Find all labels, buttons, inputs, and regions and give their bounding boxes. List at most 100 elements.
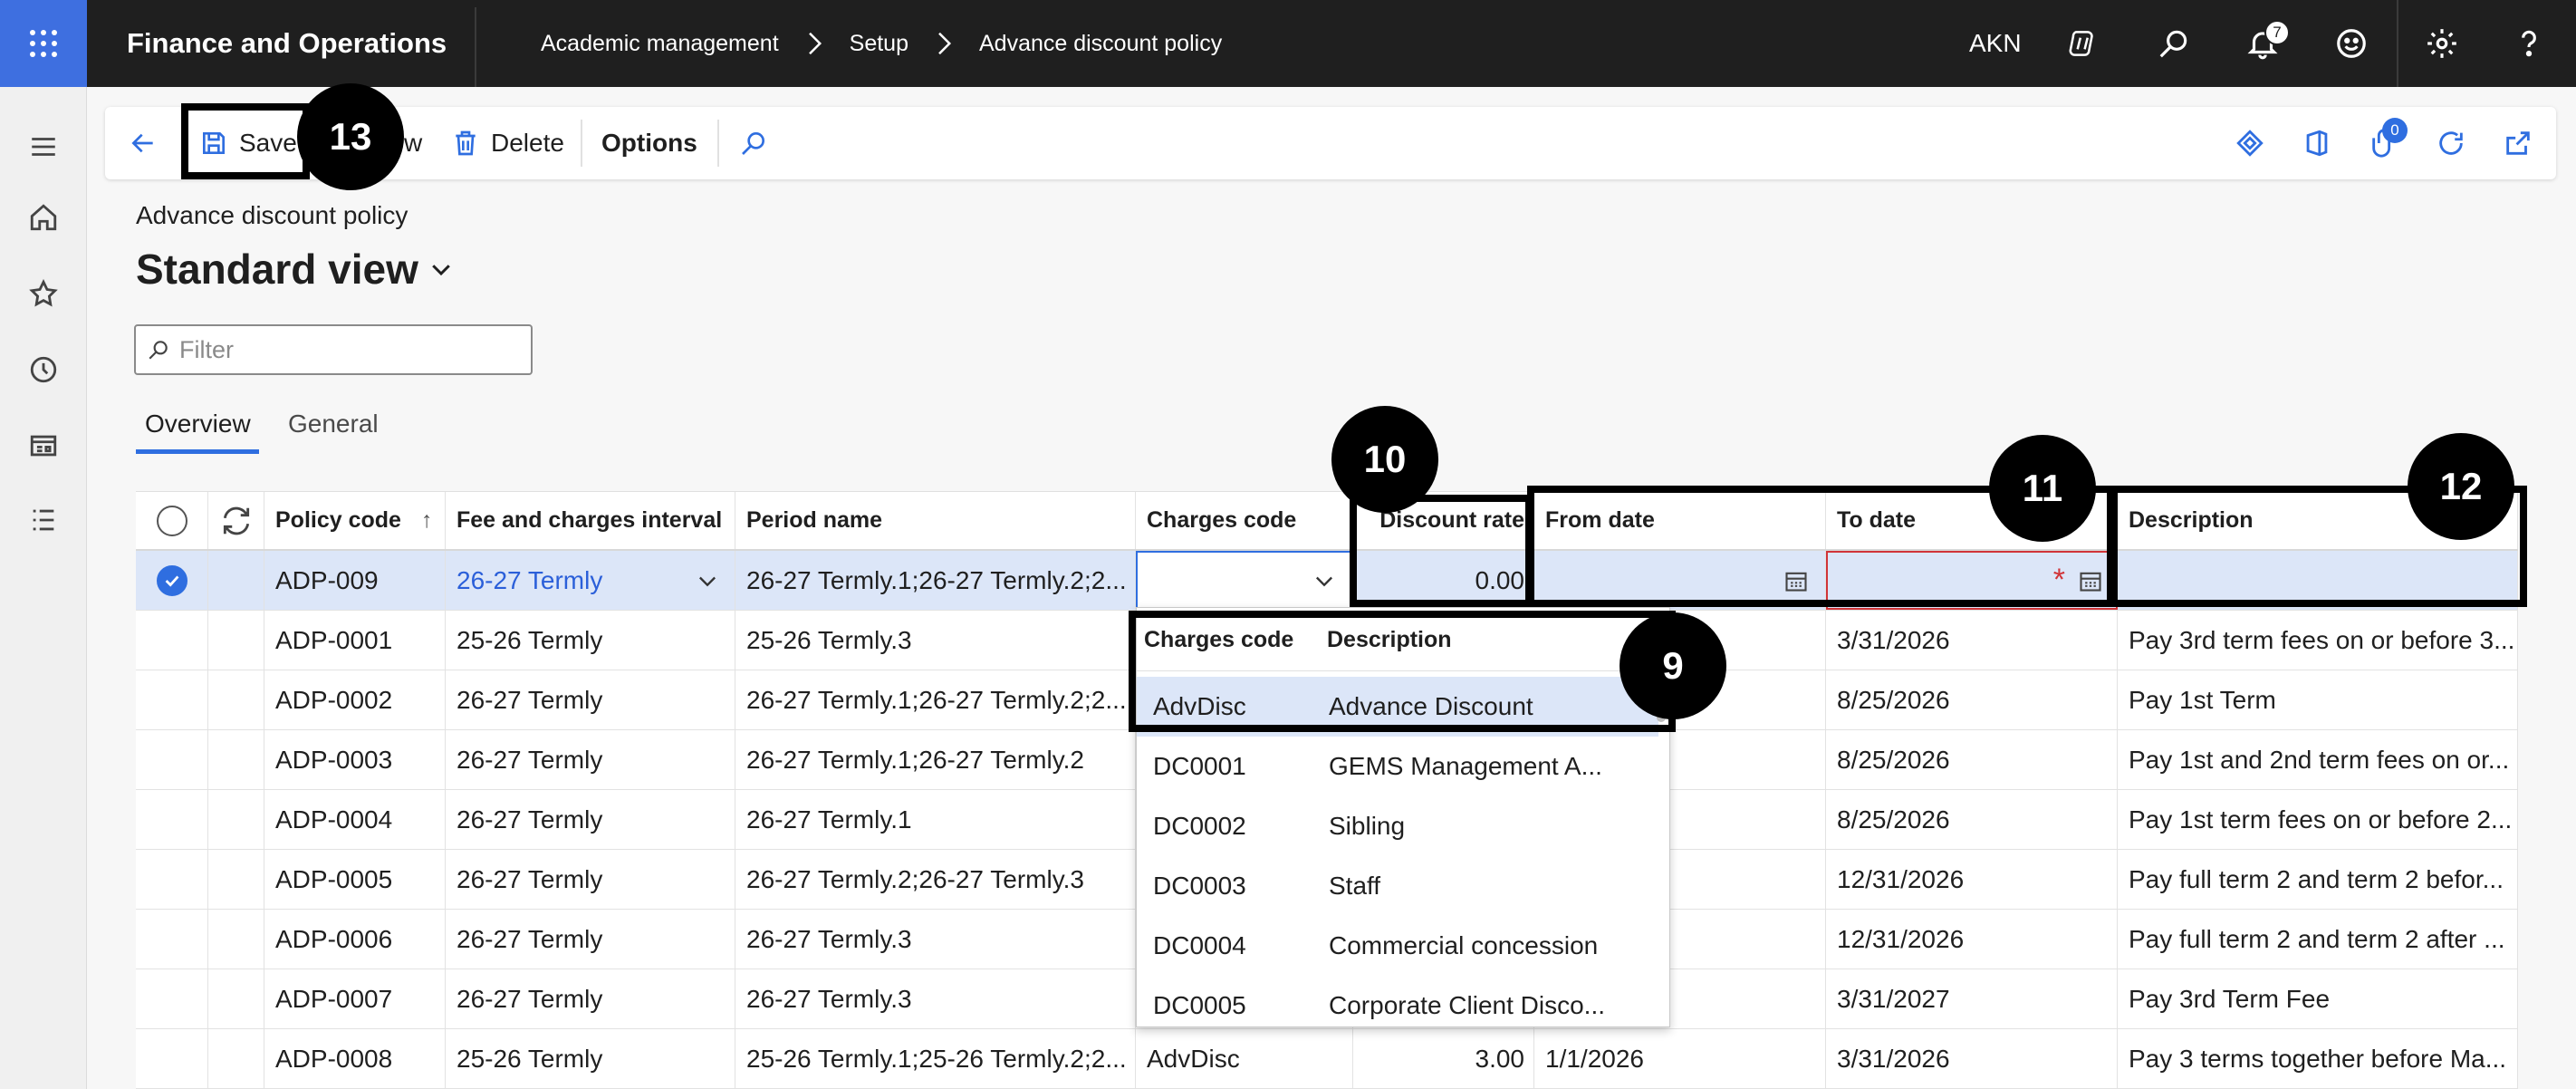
- charges-code-cell[interactable]: AdvDisc: [1136, 1029, 1353, 1088]
- policy-code-cell[interactable]: ADP-0005: [264, 850, 446, 909]
- tab-general[interactable]: General: [288, 410, 379, 438]
- row-select-cell[interactable]: [136, 611, 208, 670]
- waffle-icon[interactable]: [0, 0, 87, 87]
- period-name-cell[interactable]: 26-27 Termly.1;26-27 Termly.2;2...: [735, 670, 1136, 729]
- table-row[interactable]: ADP-0008 25-26 Termly 25-26 Termly.1;25-26…: [136, 1029, 2518, 1089]
- star-icon[interactable]: [25, 275, 62, 312]
- interval-cell[interactable]: 26-27 Termly: [446, 670, 735, 729]
- row-select-cell[interactable]: [136, 551, 208, 610]
- col-policy-code[interactable]: Policy code ↑: [264, 492, 446, 549]
- col-charges-code[interactable]: Charges code: [1136, 492, 1353, 549]
- col-period-name[interactable]: Period name: [735, 492, 1136, 549]
- description-cell[interactable]: Pay full term 2 and term 2 befor...: [2118, 850, 2518, 909]
- policy-code-cell[interactable]: ADP-0004: [264, 790, 446, 849]
- gear-icon[interactable]: [2420, 22, 2464, 65]
- row-select-cell[interactable]: [136, 790, 208, 849]
- select-all-radio[interactable]: [156, 505, 187, 536]
- row-select-cell[interactable]: [136, 730, 208, 789]
- description-cell[interactable]: Pay 3rd Term Fee: [2118, 969, 2518, 1028]
- row-select-cell[interactable]: [136, 850, 208, 909]
- to-date-cell[interactable]: 8/25/2026: [1826, 730, 2118, 789]
- col-interval[interactable]: Fee and charges interval: [446, 492, 735, 549]
- interval-cell[interactable]: 26-27 Termly: [446, 969, 735, 1028]
- bell-icon[interactable]: 7: [2241, 20, 2290, 65]
- lookup-item[interactable]: DC0002 Sibling: [1137, 796, 1658, 856]
- interval-cell[interactable]: 26-27 Termly: [446, 790, 735, 849]
- period-name-cell[interactable]: 26-27 Termly.3: [735, 969, 1136, 1028]
- help-icon[interactable]: [2507, 22, 2551, 65]
- period-name-cell[interactable]: 26-27 Termly.1;26-27 Termly.2;2...: [735, 551, 1136, 610]
- period-name-cell[interactable]: 26-27 Termly.2;26-27 Termly.3: [735, 850, 1136, 909]
- app-name[interactable]: Finance and Operations: [127, 0, 447, 87]
- policy-code-cell[interactable]: ADP-0002: [264, 670, 446, 729]
- row-selected-checkmark[interactable]: [156, 564, 187, 596]
- interval-cell[interactable]: 25-26 Termly: [446, 1029, 735, 1088]
- from-date-cell[interactable]: 1/1/2026: [1534, 1029, 1826, 1088]
- lookup-item[interactable]: DC0005 Corporate Client Disco...: [1137, 976, 1658, 1026]
- search-icon[interactable]: [2152, 22, 2196, 65]
- to-date-cell[interactable]: 12/31/2026: [1826, 850, 2118, 909]
- tab-overview[interactable]: Overview: [145, 410, 251, 438]
- policy-code-cell[interactable]: ADP-0001: [264, 611, 446, 670]
- lookup-item[interactable]: DC0004 Commercial concession: [1137, 916, 1658, 976]
- row-select-cell[interactable]: [136, 910, 208, 969]
- company-picker[interactable]: AKN: [1969, 0, 2022, 87]
- description-cell[interactable]: Pay full term 2 and term 2 after ...: [2118, 910, 2518, 969]
- row-select-cell[interactable]: [136, 969, 208, 1028]
- breadcrumb-item[interactable]: Academic management: [541, 31, 779, 57]
- period-name-cell[interactable]: 26-27 Termly.1: [735, 790, 1136, 849]
- to-date-cell[interactable]: 3/31/2027: [1826, 969, 2118, 1028]
- new-button[interactable]: w: [404, 107, 422, 179]
- refresh-icon[interactable]: [2433, 125, 2469, 161]
- breadcrumb-item[interactable]: Advance discount policy: [979, 31, 1222, 57]
- attachments-icon[interactable]: 0: [2366, 118, 2408, 161]
- to-date-cell[interactable]: 8/25/2026: [1826, 790, 2118, 849]
- lookup-item[interactable]: DC0001 GEMS Management A...: [1137, 737, 1658, 796]
- copilot-icon[interactable]: [2062, 22, 2105, 65]
- recent-icon[interactable]: [25, 352, 62, 388]
- description-cell[interactable]: Pay 1st and 2nd term fees on or...: [2118, 730, 2518, 789]
- policy-code-cell[interactable]: ADP-0003: [264, 730, 446, 789]
- office-icon[interactable]: [2299, 125, 2335, 161]
- policy-code-cell[interactable]: ADP-009: [264, 551, 446, 610]
- row-select-cell[interactable]: [136, 1029, 208, 1088]
- description-cell[interactable]: Pay 3rd term fees on or before 3...: [2118, 611, 2518, 670]
- breadcrumb-item[interactable]: Setup: [850, 31, 908, 57]
- lookup-item[interactable]: DC0003 Staff: [1137, 856, 1658, 916]
- refresh-cell[interactable]: [208, 492, 264, 549]
- delete-button[interactable]: Delete: [451, 107, 564, 179]
- workspace-icon[interactable]: [25, 428, 62, 464]
- interval-select[interactable]: 26-27 Termly: [446, 551, 735, 610]
- period-name-cell[interactable]: 25-26 Termly.3: [735, 611, 1136, 670]
- view-selector[interactable]: Standard view: [136, 245, 455, 294]
- description-cell[interactable]: Pay 3 terms together before Ma...: [2118, 1029, 2518, 1088]
- modules-icon[interactable]: [25, 502, 62, 538]
- filter-input[interactable]: [179, 335, 524, 364]
- description-cell[interactable]: Pay 1st term fees on or before 2...: [2118, 790, 2518, 849]
- period-name-cell[interactable]: 26-27 Termly.3: [735, 910, 1136, 969]
- select-all-cell[interactable]: [136, 492, 208, 549]
- description-cell[interactable]: Pay 1st Term: [2118, 670, 2518, 729]
- hamburger-icon[interactable]: [25, 129, 62, 165]
- action-search-button[interactable]: [739, 107, 779, 179]
- home-icon[interactable]: [25, 199, 62, 236]
- policy-code-cell[interactable]: ADP-0008: [264, 1029, 446, 1088]
- row-select-cell[interactable]: [136, 670, 208, 729]
- back-button[interactable]: [129, 107, 168, 179]
- discount-rate-cell[interactable]: 3.00: [1353, 1029, 1534, 1088]
- filter-field[interactable]: [134, 324, 533, 375]
- options-button[interactable]: Options: [601, 107, 697, 179]
- interval-cell[interactable]: 26-27 Termly: [446, 850, 735, 909]
- period-name-cell[interactable]: 26-27 Termly.1;26-27 Termly.2: [735, 730, 1136, 789]
- interval-cell[interactable]: 26-27 Termly: [446, 910, 735, 969]
- interval-cell[interactable]: 25-26 Termly: [446, 611, 735, 670]
- feedback-icon[interactable]: [2330, 22, 2373, 65]
- interval-cell[interactable]: 26-27 Termly: [446, 730, 735, 789]
- to-date-cell[interactable]: 8/25/2026: [1826, 670, 2118, 729]
- charges-code-input[interactable]: [1136, 551, 1353, 610]
- to-date-cell[interactable]: 3/31/2026: [1826, 1029, 2118, 1088]
- to-date-cell[interactable]: 3/31/2026: [1826, 611, 2118, 670]
- power-apps-icon[interactable]: [2232, 125, 2268, 161]
- to-date-cell[interactable]: 12/31/2026: [1826, 910, 2118, 969]
- period-name-cell[interactable]: 25-26 Termly.1;25-26 Termly.2;2...: [735, 1029, 1136, 1088]
